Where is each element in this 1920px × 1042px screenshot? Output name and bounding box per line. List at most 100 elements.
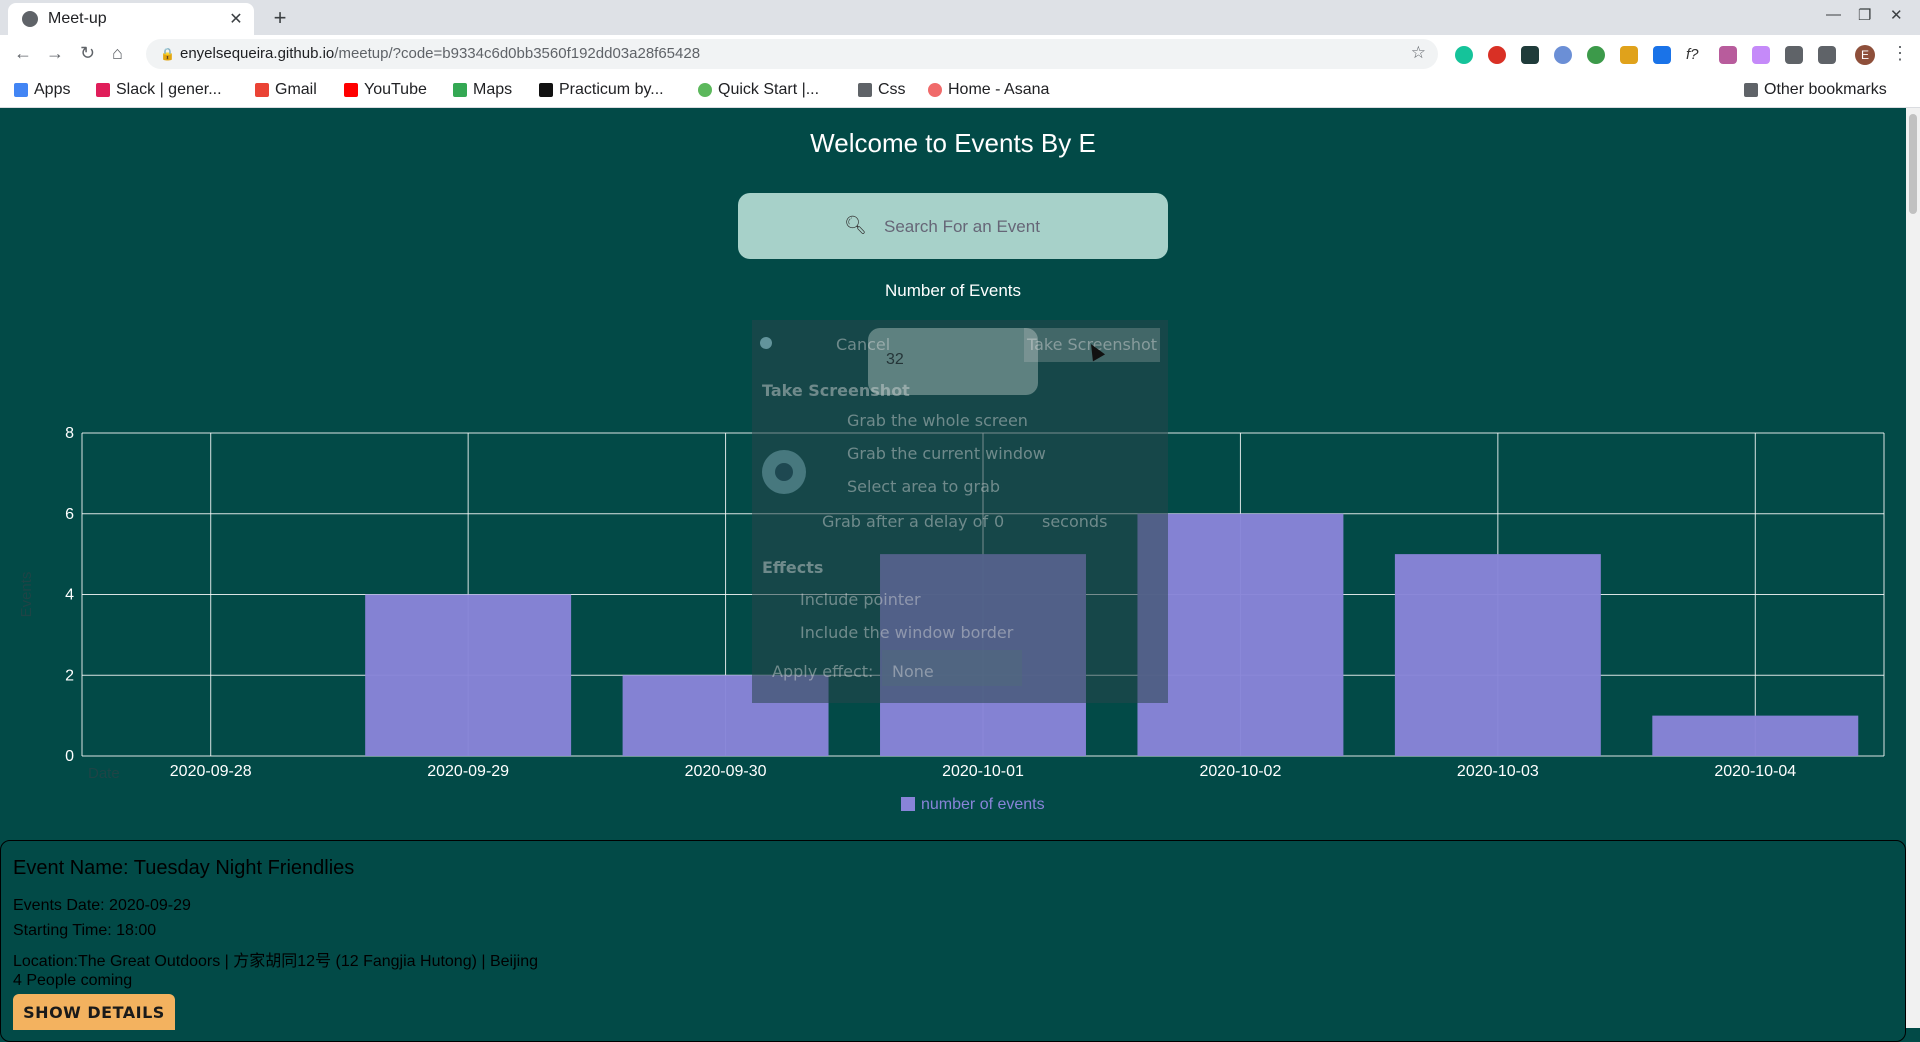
extension-icon[interactable]	[1620, 46, 1638, 64]
quickstart-icon	[698, 83, 712, 97]
folder-icon	[1744, 83, 1758, 97]
kebab-menu-icon[interactable]: ⋮	[1891, 43, 1909, 64]
dialog-apply-effect-label: Apply effect:	[772, 662, 874, 681]
y-tick-label: 0	[65, 748, 74, 765]
youtube-icon	[344, 83, 358, 97]
extension-icon[interactable]	[1521, 46, 1539, 64]
bar	[1652, 715, 1859, 756]
scrollbar-thumb[interactable]	[1909, 114, 1917, 214]
bookmark-apps[interactable]: Apps	[14, 81, 70, 99]
close-window-icon[interactable]: ✕	[1890, 6, 1903, 24]
practicum-icon	[539, 83, 553, 97]
x-axis-label: Date	[88, 765, 120, 782]
extension-icon[interactable]	[1554, 46, 1572, 64]
home-icon[interactable]: ⌂	[112, 43, 123, 64]
bookmark-practicum[interactable]: Practicum by...	[539, 81, 664, 99]
x-tick-label: 2020-10-04	[1714, 763, 1796, 780]
slack-icon	[96, 83, 110, 97]
extension-icon[interactable]	[1752, 46, 1770, 64]
bookmark-maps[interactable]: Maps	[453, 81, 512, 99]
lock-icon: 🔒	[160, 47, 175, 61]
extension-icon[interactable]	[1719, 46, 1737, 64]
bar	[365, 594, 572, 756]
bookmark-label: Gmail	[275, 81, 317, 98]
bookmark-label: Maps	[473, 81, 513, 98]
dialog-heading: Take Screenshot	[762, 381, 910, 400]
dialog-effects-heading: Effects	[762, 558, 824, 577]
event-card: Event Name: Tuesday Night Friendlies Eve…	[0, 840, 1906, 1042]
event-attendees: 4 People coming	[13, 972, 133, 989]
tab-title: Meet-up	[48, 10, 107, 27]
bookmark-gmail[interactable]: Gmail	[255, 81, 317, 99]
extension-icon[interactable]	[1587, 46, 1605, 64]
bookmarks-bar: Apps Slack | gener... Gmail YouTube Maps…	[0, 73, 1920, 108]
search-box: 🔍︎	[738, 193, 1168, 259]
search-input[interactable]	[882, 211, 1146, 243]
maps-icon	[453, 83, 467, 97]
bookmark-label: Other bookmarks	[1764, 81, 1887, 98]
grammarly-icon[interactable]	[1455, 46, 1473, 64]
dialog-option-select-area[interactable]: Select area to grab	[847, 477, 1000, 496]
bookmark-asana[interactable]: Home - Asana	[928, 81, 1049, 99]
reading-list-icon[interactable]	[1818, 46, 1836, 64]
page-scrollbar[interactable]	[1906, 108, 1920, 1028]
reload-icon[interactable]: ↻	[80, 43, 95, 64]
address-bar[interactable]: 🔒 enyelsequeira.github.io/meetup/?code=b…	[146, 39, 1438, 69]
new-tab-button[interactable]: +	[267, 7, 293, 29]
font-icon[interactable]: f?	[1686, 46, 1704, 64]
eyedropper-icon[interactable]	[1653, 46, 1671, 64]
browser-tabbar: Meet-up ✕ + — ❐ ✕	[0, 0, 1920, 35]
screenshot-dialog: Cancel Take Screenshot Take Screenshot G…	[752, 320, 1168, 703]
camera-icon	[762, 450, 806, 494]
x-tick-label: 2020-10-03	[1457, 763, 1539, 780]
dialog-include-pointer-checkbox[interactable]: Include pointer	[800, 590, 921, 609]
bookmark-youtube[interactable]: YouTube	[344, 81, 427, 99]
back-icon[interactable]: ←	[14, 43, 32, 64]
event-location: Location:The Great Outdoors | 方家胡同12号 (1…	[13, 953, 539, 970]
dialog-apply-effect-value: None	[892, 662, 934, 681]
dialog-dot-icon	[760, 337, 772, 349]
bookmark-other[interactable]: Other bookmarks	[1744, 81, 1887, 99]
bookmark-quickstart[interactable]: Quick Start |...	[698, 81, 819, 99]
dialog-cancel-button[interactable]: Cancel	[836, 335, 890, 354]
search-icon: 🔍︎	[844, 215, 867, 235]
bar	[1394, 554, 1601, 756]
bookmark-label: Home - Asana	[948, 81, 1050, 98]
dialog-option-current-window[interactable]: Grab the current window	[847, 444, 1046, 463]
show-details-button[interactable]: SHOW DETAILS	[13, 994, 175, 1030]
dialog-delay-input[interactable]: 0	[994, 512, 1004, 531]
gmail-icon	[255, 83, 269, 97]
number-of-events-label: Number of Events	[884, 281, 1022, 300]
bookmark-slack[interactable]: Slack | gener...	[96, 81, 222, 99]
event-name: Event Name: Tuesday Night Friendlies	[13, 857, 355, 879]
browser-toolbar: ← → ↻ ⌂ 🔒 enyelsequeira.github.io/meetup…	[0, 35, 1920, 73]
x-tick-label: 2020-09-29	[427, 763, 509, 780]
adblock-icon[interactable]	[1488, 46, 1506, 64]
url-text: enyelsequeira.github.io/meetup/?code=b93…	[180, 45, 700, 62]
url-host: enyelsequeira.github.io	[180, 45, 335, 62]
avatar[interactable]: E	[1855, 45, 1875, 65]
forward-icon[interactable]: →	[46, 43, 64, 64]
close-tab-icon[interactable]: ✕	[226, 9, 246, 29]
y-tick-label: 2	[65, 667, 74, 684]
dialog-include-border-checkbox[interactable]: Include the window border	[800, 623, 1013, 642]
bookmark-label: Apps	[34, 81, 71, 98]
event-time: Starting Time: 18:00	[13, 922, 157, 939]
puzzle-icon[interactable]	[1785, 46, 1803, 64]
browser-tab[interactable]: Meet-up ✕	[8, 3, 254, 35]
x-tick-label: 2020-09-28	[170, 763, 252, 780]
bookmark-label: Quick Start |...	[718, 81, 820, 98]
y-tick-label: 6	[65, 506, 74, 523]
bar	[1137, 513, 1344, 756]
bookmark-css[interactable]: Css	[858, 81, 906, 99]
minimize-icon[interactable]: —	[1826, 6, 1841, 23]
restore-icon[interactable]: ❐	[1858, 6, 1871, 24]
bookmark-label: Practicum by...	[559, 81, 664, 98]
asana-icon	[928, 83, 942, 97]
y-tick-label: 4	[65, 587, 74, 604]
y-axis-label: Events	[18, 572, 35, 618]
y-tick-label: 8	[65, 425, 74, 442]
dialog-delay-label: Grab after a delay of	[822, 512, 989, 531]
dialog-option-whole-screen[interactable]: Grab the whole screen	[847, 411, 1028, 430]
bookmark-star-icon[interactable]: ☆	[1411, 43, 1426, 63]
